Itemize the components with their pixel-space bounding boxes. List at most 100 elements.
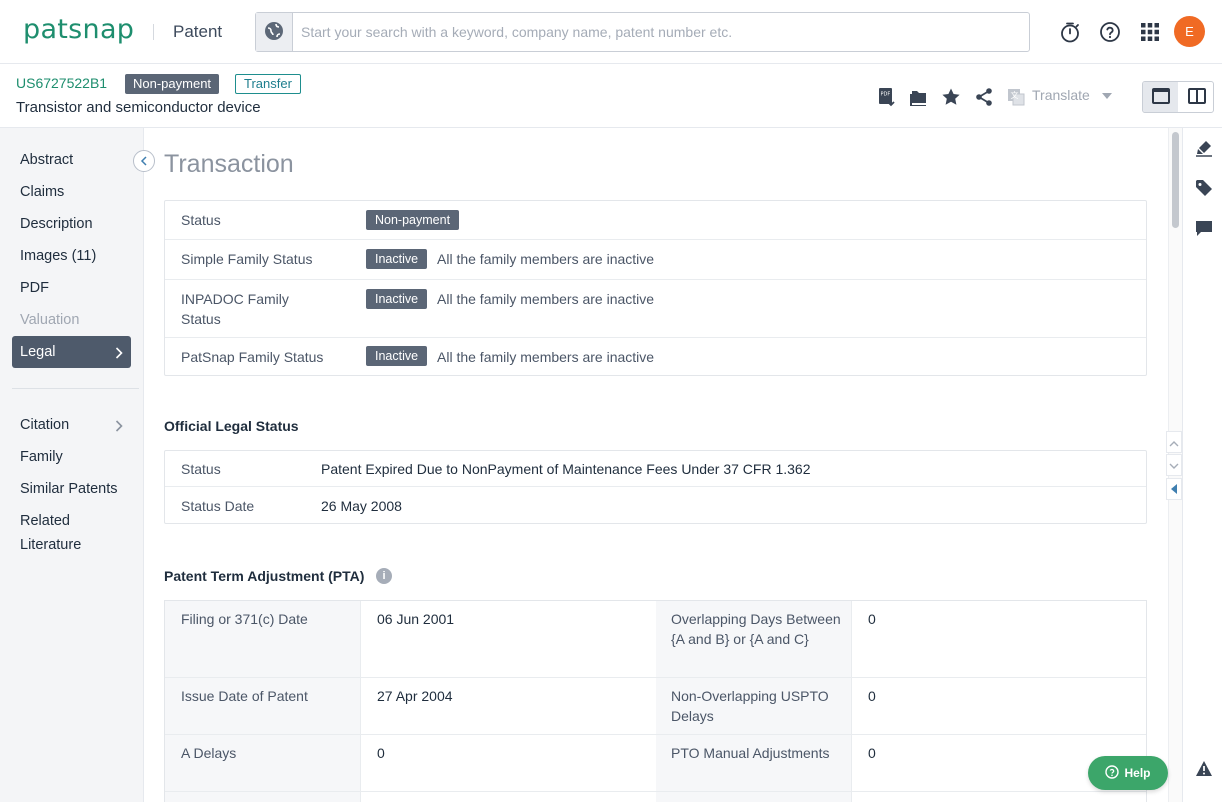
comment-icon[interactable] xyxy=(1194,218,1214,238)
table-row: PatSnap Family Status Inactive All the f… xyxy=(165,338,1146,375)
folder-icon[interactable] xyxy=(908,86,930,108)
patent-number[interactable]: US6727522B1 xyxy=(16,75,107,91)
transfer-badge[interactable]: Transfer xyxy=(235,74,301,94)
status-badge: Non-payment xyxy=(125,74,219,94)
highlight-pen-icon[interactable] xyxy=(1194,138,1214,158)
nav-item-citation[interactable]: Citation xyxy=(12,409,131,441)
translate-label: Translate xyxy=(1032,87,1090,103)
search-input[interactable] xyxy=(294,13,1029,51)
pta-title: Patent Term Adjustment (PTA) xyxy=(164,568,364,584)
star-icon[interactable] xyxy=(940,86,962,108)
view-toggle xyxy=(1142,81,1214,113)
scrollbar-thumb[interactable] xyxy=(1172,132,1179,228)
single-pane-icon xyxy=(1152,88,1170,107)
help-circle-icon[interactable] xyxy=(1098,20,1122,44)
nav-item-legal-label: Legal xyxy=(20,344,55,360)
help-circle-icon xyxy=(1105,765,1119,782)
svg-text:PDF: PDF xyxy=(881,92,891,98)
nav-item-legal[interactable]: Legal xyxy=(12,336,131,368)
cell-label: Issue Date of Patent xyxy=(181,686,308,706)
nav-item-valuation[interactable]: Valuation xyxy=(12,304,131,336)
cell-label: PTO Manual Adjustments xyxy=(671,743,846,763)
cell-value: 0 xyxy=(377,743,385,763)
transaction-card: Status Non-payment Simple Family Status … xyxy=(164,200,1147,376)
table-row: A Delays 0 PTO Manual Adjustments 0 xyxy=(165,735,1146,792)
translate-dropdown[interactable]: Translate xyxy=(1032,87,1112,103)
row-label: Status xyxy=(181,459,221,479)
row-label: Simple Family Status xyxy=(181,249,312,269)
section-title-transaction: Transaction xyxy=(164,150,294,179)
status-chip: Inactive xyxy=(366,249,427,269)
user-avatar[interactable]: E xyxy=(1174,16,1205,47)
table-row xyxy=(165,792,1146,802)
patent-header: US6727522B1 Non-payment Transfer Transis… xyxy=(0,64,1222,128)
cell-label: Filing or 371(c) Date xyxy=(181,609,308,629)
main-content: Transaction Status Non-payment Simple Fa… xyxy=(144,128,1168,802)
nav-item-images[interactable]: Images (11) xyxy=(12,240,131,272)
split-pane-icon xyxy=(1188,88,1206,107)
status-chip: Non-payment xyxy=(366,210,459,230)
chevron-up-icon xyxy=(1169,434,1179,450)
chevron-down-icon xyxy=(1169,457,1179,473)
left-nav: Abstract Claims Description Images (11) … xyxy=(0,128,144,802)
timer-icon[interactable] xyxy=(1058,20,1082,44)
patsnap-logo[interactable]: patsnap xyxy=(23,14,134,45)
row-label: Status xyxy=(181,210,221,230)
cell-value: 27 Apr 2004 xyxy=(377,686,453,706)
nav-item-citation-label: Citation xyxy=(20,417,69,433)
split-pane-view-button[interactable] xyxy=(1179,82,1214,112)
cell-value: 06 Jun 2001 xyxy=(377,609,454,629)
nav-item-abstract[interactable]: Abstract xyxy=(12,144,131,176)
cell-bg xyxy=(656,792,852,802)
pdf-download-icon[interactable]: PDF xyxy=(876,86,898,108)
help-button[interactable]: Help xyxy=(1088,756,1168,790)
expand-panel-button[interactable] xyxy=(1166,478,1182,500)
cell-value: 0 xyxy=(868,686,876,706)
nav-item-pdf[interactable]: PDF xyxy=(12,272,131,304)
apps-grid-icon[interactable] xyxy=(1138,20,1162,44)
nav-item-related-literature[interactable]: Related Literature xyxy=(12,509,122,559)
row-label: PatSnap Family Status xyxy=(181,347,323,367)
scroll-down-button[interactable] xyxy=(1166,454,1182,476)
nav-item-description[interactable]: Description xyxy=(12,208,131,240)
share-icon[interactable] xyxy=(973,86,995,108)
row-value: 26 May 2008 xyxy=(321,496,402,516)
chevron-right-icon xyxy=(115,336,123,368)
search-scope-button[interactable] xyxy=(256,13,293,51)
warning-icon[interactable] xyxy=(1194,759,1214,779)
chevron-right-icon xyxy=(115,409,123,441)
caret-left-icon xyxy=(1171,481,1178,497)
single-pane-view-button[interactable] xyxy=(1143,82,1178,112)
status-text: All the family members are inactive xyxy=(437,347,654,367)
search-box xyxy=(255,12,1030,52)
help-label: Help xyxy=(1124,766,1150,780)
top-bar: patsnap Patent E xyxy=(0,0,1222,64)
svg-text:文: 文 xyxy=(1011,90,1019,100)
table-row: Status Patent Expired Due to NonPayment … xyxy=(165,451,1146,487)
translate-icon[interactable]: 文 xyxy=(1005,86,1027,108)
nav-item-claims[interactable]: Claims xyxy=(12,176,131,208)
table-row: Simple Family Status Inactive All the fa… xyxy=(165,240,1146,280)
cell-label: Non-Overlapping USPTO Delays xyxy=(671,686,846,726)
caret-down-icon xyxy=(1102,87,1112,103)
status-text: All the family members are inactive xyxy=(437,249,654,269)
right-rail xyxy=(1182,128,1222,802)
tag-icon[interactable] xyxy=(1194,178,1214,198)
row-label: INPADOC Family Status xyxy=(181,289,331,329)
globe-icon xyxy=(264,21,284,44)
info-icon[interactable]: i xyxy=(376,568,392,584)
row-label: Status Date xyxy=(181,496,254,516)
collapse-nav-button[interactable] xyxy=(133,150,155,172)
cell-bg xyxy=(165,792,361,802)
cell-value: 0 xyxy=(868,743,876,763)
status-text: All the family members are inactive xyxy=(437,289,654,309)
nav-item-similar-patents[interactable]: Similar Patents xyxy=(12,473,131,505)
scroll-up-button[interactable] xyxy=(1166,431,1182,453)
status-chip: Inactive xyxy=(366,346,427,366)
official-legal-status-title: Official Legal Status xyxy=(164,418,299,434)
status-chip: Inactive xyxy=(366,289,427,309)
product-name[interactable]: Patent xyxy=(173,22,222,42)
chevron-left-icon xyxy=(140,153,148,169)
nav-item-family[interactable]: Family xyxy=(12,441,131,473)
cell-value: 0 xyxy=(868,609,876,629)
